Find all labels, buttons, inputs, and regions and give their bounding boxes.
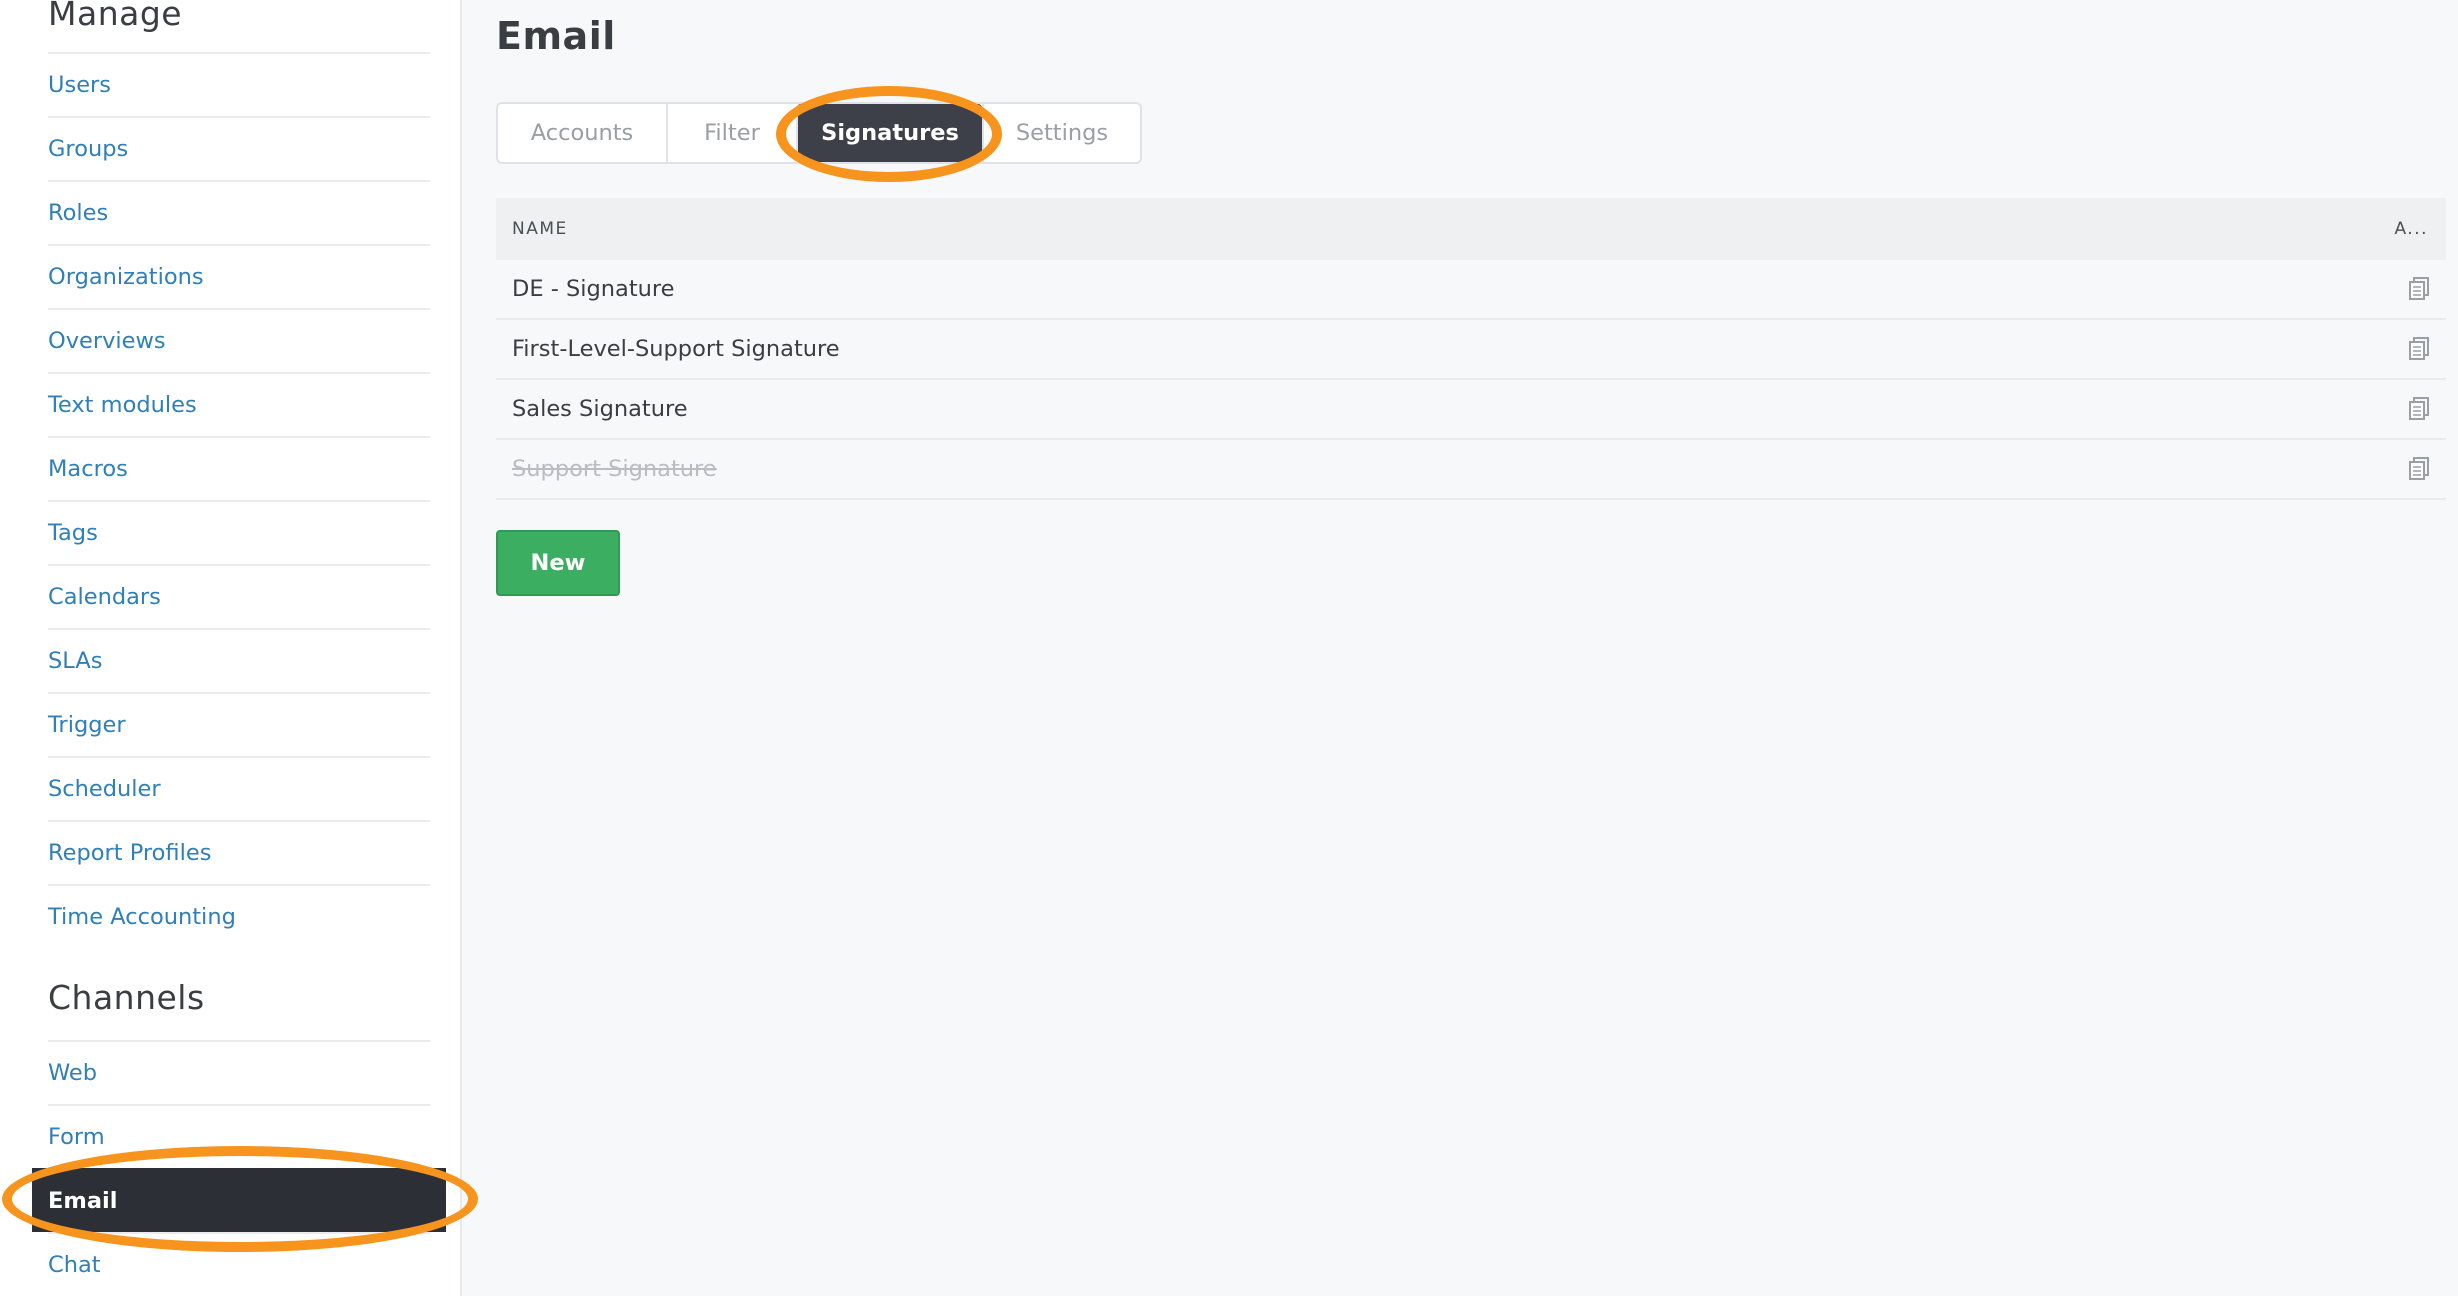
column-header-actions[interactable]: A... [2394, 219, 2428, 239]
sidebar-item-trigger[interactable]: Trigger [48, 692, 430, 756]
sidebar-item-tags[interactable]: Tags [48, 500, 430, 564]
tab-signatures[interactable]: Signatures [796, 104, 982, 162]
manage-heading: Manage [48, 0, 183, 33]
sidebar-item-text-modules[interactable]: Text modules [48, 372, 430, 436]
app-window: Manage Users Groups Roles Organizations … [0, 0, 2458, 1296]
page-title: Email [496, 14, 616, 58]
tab-accounts[interactable]: Accounts [498, 104, 666, 162]
signature-name[interactable]: First-Level-Support Signature [512, 336, 840, 362]
sidebar-item-groups[interactable]: Groups [48, 116, 430, 180]
sidebar-item-organizations[interactable]: Organizations [48, 244, 430, 308]
sidebar-item-users[interactable]: Users [48, 52, 430, 116]
signatures-table: NAME A... DE - Signature First-Level-Sup… [496, 198, 2446, 500]
sidebar-item-email[interactable]: Email [32, 1168, 446, 1232]
sidebar-item-time-accounting[interactable]: Time Accounting [48, 884, 430, 948]
sidebar-item-overviews[interactable]: Overviews [48, 308, 430, 372]
table-row[interactable]: DE - Signature [496, 260, 2446, 320]
column-header-name[interactable]: NAME [512, 219, 568, 239]
sidebar-item-chat[interactable]: Chat [48, 1232, 430, 1296]
table-row[interactable]: First-Level-Support Signature [496, 320, 2446, 380]
tab-filter[interactable]: Filter [666, 104, 796, 162]
main-content: Email Accounts Filter Signatures Setting… [496, 0, 2446, 1296]
signature-name[interactable]: Support Signature [512, 456, 717, 482]
clone-icon[interactable] [2408, 457, 2430, 481]
sidebar-item-scheduler[interactable]: Scheduler [48, 756, 430, 820]
sidebar: Manage Users Groups Roles Organizations … [0, 0, 478, 1296]
sidebar-item-roles[interactable]: Roles [48, 180, 430, 244]
tab-settings[interactable]: Settings [982, 104, 1140, 162]
sidebar-item-report-profiles[interactable]: Report Profiles [48, 820, 430, 884]
table-row[interactable]: Support Signature [496, 440, 2446, 500]
sidebar-item-slas[interactable]: SLAs [48, 628, 430, 692]
clone-icon[interactable] [2408, 337, 2430, 361]
manage-nav-list: Users Groups Roles Organizations Overvie… [48, 52, 430, 948]
signature-name[interactable]: DE - Signature [512, 276, 675, 302]
sidebar-item-web[interactable]: Web [48, 1040, 430, 1104]
table-header: NAME A... [496, 198, 2446, 260]
clone-icon[interactable] [2408, 397, 2430, 421]
clone-icon[interactable] [2408, 277, 2430, 301]
tab-bar: Accounts Filter Signatures Settings [496, 102, 1142, 164]
new-signature-button[interactable]: New [496, 530, 620, 596]
sidebar-item-calendars[interactable]: Calendars [48, 564, 430, 628]
channels-heading: Channels [48, 978, 205, 1017]
table-row[interactable]: Sales Signature [496, 380, 2446, 440]
signature-name[interactable]: Sales Signature [512, 396, 688, 422]
channels-nav-list: Web Form Email Chat [32, 1040, 446, 1296]
sidebar-item-form[interactable]: Form [48, 1104, 430, 1168]
sidebar-item-macros[interactable]: Macros [48, 436, 430, 500]
